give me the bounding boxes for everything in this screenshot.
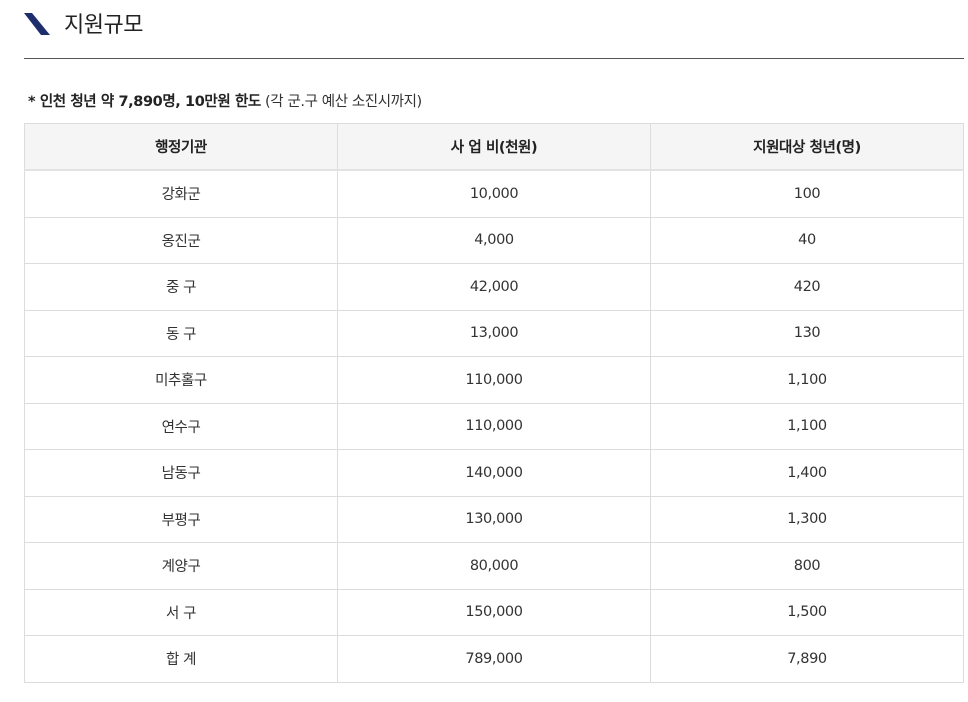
agency-cell: 서 구 — [24, 588, 338, 636]
budget-cell: 80,000 — [337, 542, 651, 590]
table-row: 서 구 150,000 1,500 — [24, 588, 964, 636]
table-row: 강화군 10,000 100 — [24, 169, 964, 218]
header-agency: 행정기관 — [24, 123, 338, 171]
budget-cell: 4,000 — [337, 216, 651, 264]
agency-cell: 미추홀구 — [24, 356, 338, 404]
total-youth-count-cell: 7,890 — [650, 635, 964, 683]
table-row: 동 구 13,000 130 — [24, 309, 964, 357]
total-budget-cell: 789,000 — [337, 635, 651, 683]
budget-cell: 110,000 — [337, 356, 651, 404]
agency-cell: 동 구 — [24, 309, 338, 357]
youth-count-cell: 800 — [650, 542, 964, 590]
youth-count-cell: 1,300 — [650, 495, 964, 543]
total-label-cell: 합 계 — [24, 635, 338, 683]
youth-count-cell: 1,100 — [650, 356, 964, 404]
note-bold-text: 인천 청년 약 7,890명, 10만원 한도 — [39, 94, 261, 110]
budget-cell: 13,000 — [337, 309, 651, 357]
agency-cell: 남동구 — [24, 449, 338, 497]
table-total-row: 합 계 789,000 7,890 — [24, 635, 964, 683]
header-budget: 사 업 비(천원) — [337, 123, 651, 171]
table-row: 연수구 110,000 1,100 — [24, 402, 964, 450]
page-title: 지원규모 — [64, 13, 143, 38]
agency-cell: 강화군 — [24, 169, 338, 218]
table-header-row: 행정기관 사 업 비(천원) 지원대상 청년(명) — [24, 123, 964, 171]
agency-cell: 옹진군 — [24, 216, 338, 264]
budget-cell: 110,000 — [337, 402, 651, 450]
note-bullet: * — [28, 94, 40, 110]
youth-count-cell: 40 — [650, 216, 964, 264]
support-table: 행정기관 사 업 비(천원) 지원대상 청년(명) 강화군 10,000 100… — [24, 123, 964, 683]
header-target-youth: 지원대상 청년(명) — [650, 123, 964, 171]
section-title: 지원규모 — [24, 6, 143, 40]
youth-count-cell: 1,500 — [650, 588, 964, 636]
youth-count-cell: 1,100 — [650, 402, 964, 450]
agency-cell: 중 구 — [24, 263, 338, 311]
agency-cell: 계양구 — [24, 542, 338, 590]
table-row: 부평구 130,000 1,300 — [24, 495, 964, 543]
budget-cell: 130,000 — [337, 495, 651, 543]
table-row: 남동구 140,000 1,400 — [24, 449, 964, 497]
agency-cell: 부평구 — [24, 495, 338, 543]
youth-count-cell: 420 — [650, 263, 964, 311]
table-row: 미추홀구 110,000 1,100 — [24, 356, 964, 404]
table-row: 옹진군 4,000 40 — [24, 216, 964, 264]
table-row: 중 구 42,000 420 — [24, 263, 964, 311]
table-row: 계양구 80,000 800 — [24, 542, 964, 590]
budget-cell: 10,000 — [337, 169, 651, 218]
support-note: * 인천 청년 약 7,890명, 10만원 한도 (각 군.구 예산 소진시까… — [28, 90, 422, 111]
budget-cell: 140,000 — [337, 449, 651, 497]
budget-cell: 42,000 — [337, 263, 651, 311]
youth-count-cell: 100 — [650, 169, 964, 218]
youth-count-cell: 130 — [650, 309, 964, 357]
title-divider — [24, 58, 964, 59]
budget-cell: 150,000 — [337, 588, 651, 636]
note-normal-text: (각 군.구 예산 소진시까지) — [260, 94, 422, 110]
slash-mark-icon — [24, 13, 50, 35]
agency-cell: 연수구 — [24, 402, 338, 450]
youth-count-cell: 1,400 — [650, 449, 964, 497]
